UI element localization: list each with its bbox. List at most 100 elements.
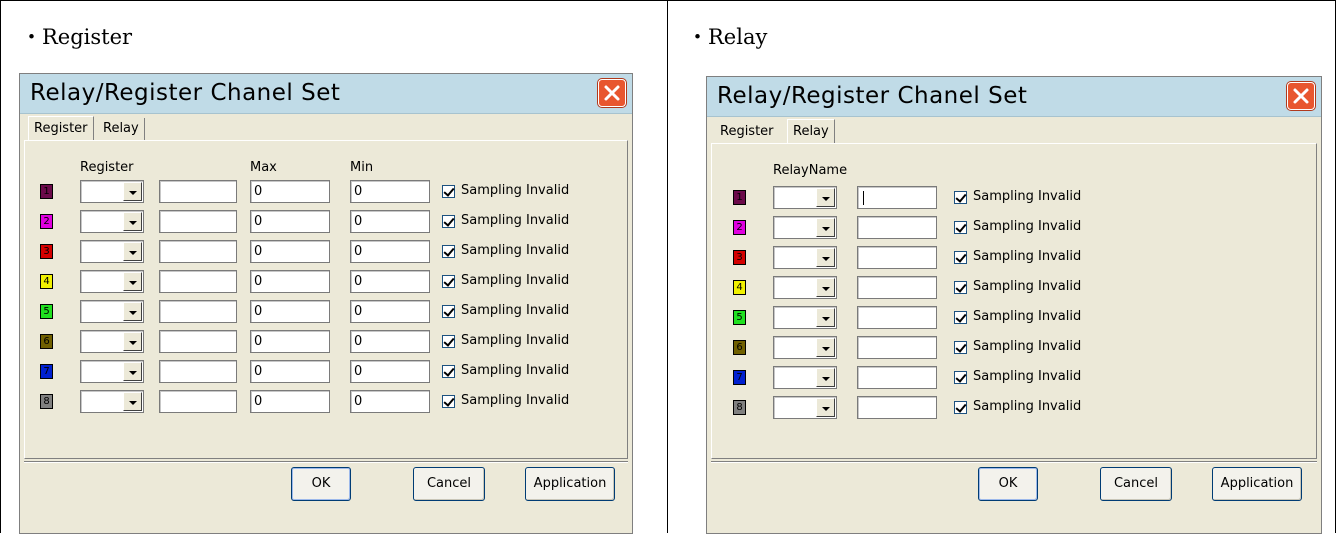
sampling-invalid-checkbox[interactable] <box>954 401 967 414</box>
max-field[interactable]: 0 <box>250 180 330 203</box>
register-name-field[interactable] <box>159 270 237 293</box>
register-dropdown[interactable] <box>80 180 144 203</box>
sampling-invalid-checkbox[interactable] <box>954 221 967 234</box>
ok-button[interactable]: OK <box>291 467 351 501</box>
cancel-button[interactable]: Cancel <box>413 467 485 501</box>
max-field[interactable]: 0 <box>250 390 330 413</box>
chevron-down-icon[interactable] <box>123 392 142 411</box>
sampling-invalid-checkbox[interactable] <box>954 251 967 264</box>
min-field[interactable]: 0 <box>350 180 430 203</box>
sampling-invalid-checkbox[interactable] <box>442 215 455 228</box>
channel-badge: 8 <box>733 400 746 415</box>
register-dropdown[interactable] <box>80 330 144 353</box>
min-field[interactable]: 0 <box>350 270 430 293</box>
sampling-invalid-checkbox[interactable] <box>442 185 455 198</box>
close-button[interactable] <box>1287 82 1315 110</box>
min-field[interactable]: 0 <box>350 300 430 323</box>
chevron-down-icon[interactable] <box>816 338 835 357</box>
cancel-button[interactable]: Cancel <box>1100 467 1172 501</box>
register-dropdown[interactable] <box>80 240 144 263</box>
min-field[interactable]: 0 <box>350 360 430 383</box>
sampling-invalid-label: Sampling Invalid <box>973 369 1082 384</box>
tab-register[interactable]: Register <box>715 121 779 143</box>
sampling-invalid-label: Sampling Invalid <box>461 363 570 378</box>
register-dropdown[interactable] <box>80 210 144 233</box>
register-dropdown[interactable] <box>80 390 144 413</box>
max-field[interactable]: 0 <box>250 240 330 263</box>
sampling-invalid-checkbox[interactable] <box>442 275 455 288</box>
relay-name-field[interactable] <box>857 186 937 209</box>
sampling-invalid-checkbox[interactable] <box>954 311 967 324</box>
chevron-down-icon[interactable] <box>816 308 835 327</box>
table-row: 4 0 0 Sampling Invalid <box>20 270 620 294</box>
ok-button[interactable]: OK <box>978 467 1038 501</box>
register-dropdown[interactable] <box>80 300 144 323</box>
chevron-down-icon[interactable] <box>123 242 142 261</box>
relay-name-field[interactable] <box>857 396 937 419</box>
tab-register[interactable]: Register <box>28 116 94 140</box>
application-button[interactable]: Application <box>1212 467 1302 501</box>
relay-name-field[interactable] <box>857 366 937 389</box>
chevron-down-icon[interactable] <box>816 368 835 387</box>
chevron-down-icon[interactable] <box>816 398 835 417</box>
relay-dropdown[interactable] <box>773 336 837 359</box>
chevron-down-icon[interactable] <box>123 302 142 321</box>
relay-dropdown[interactable] <box>773 216 837 239</box>
chevron-down-icon[interactable] <box>816 218 835 237</box>
sampling-invalid-checkbox[interactable] <box>442 335 455 348</box>
min-field[interactable]: 0 <box>350 240 430 263</box>
chevron-down-icon[interactable] <box>816 188 835 207</box>
register-dropdown[interactable] <box>80 270 144 293</box>
title-bar[interactable]: Relay/Register Chanel Set <box>707 77 1321 117</box>
max-field[interactable]: 0 <box>250 360 330 383</box>
max-field[interactable]: 0 <box>250 210 330 233</box>
sampling-invalid-checkbox[interactable] <box>954 281 967 294</box>
tab-relay[interactable]: Relay <box>98 118 145 140</box>
chevron-down-icon[interactable] <box>816 248 835 267</box>
relay-name-field[interactable] <box>857 336 937 359</box>
chevron-down-icon[interactable] <box>123 362 142 381</box>
chevron-down-icon[interactable] <box>123 332 142 351</box>
channel-badge: 5 <box>40 304 53 319</box>
chevron-down-icon[interactable] <box>123 272 142 291</box>
sampling-invalid-checkbox[interactable] <box>954 191 967 204</box>
chevron-down-icon[interactable] <box>123 182 142 201</box>
relay-dropdown[interactable] <box>773 396 837 419</box>
register-name-field[interactable] <box>159 210 237 233</box>
sampling-invalid-checkbox[interactable] <box>442 365 455 378</box>
table-row: 3 0 0 Sampling Invalid <box>20 240 620 264</box>
chevron-down-icon[interactable] <box>816 278 835 297</box>
register-name-field[interactable] <box>159 300 237 323</box>
min-field[interactable]: 0 <box>350 210 430 233</box>
close-button[interactable] <box>598 79 626 107</box>
relay-dropdown[interactable] <box>773 246 837 269</box>
register-name-field[interactable] <box>159 180 237 203</box>
sampling-invalid-checkbox[interactable] <box>954 341 967 354</box>
tab-relay[interactable]: Relay <box>787 119 835 143</box>
relay-name-field[interactable] <box>857 216 937 239</box>
min-field[interactable]: 0 <box>350 330 430 353</box>
relay-name-field[interactable] <box>857 306 937 329</box>
relay-name-field[interactable] <box>857 276 937 299</box>
sampling-invalid-checkbox[interactable] <box>954 371 967 384</box>
relay-dropdown[interactable] <box>773 276 837 299</box>
max-field[interactable]: 0 <box>250 270 330 293</box>
chevron-down-icon[interactable] <box>123 212 142 231</box>
title-bar[interactable]: Relay/Register Chanel Set <box>20 74 632 114</box>
register-name-field[interactable] <box>159 240 237 263</box>
sampling-invalid-checkbox[interactable] <box>442 245 455 258</box>
register-name-field[interactable] <box>159 360 237 383</box>
register-name-field[interactable] <box>159 330 237 353</box>
sampling-invalid-checkbox[interactable] <box>442 305 455 318</box>
max-field[interactable]: 0 <box>250 330 330 353</box>
relay-dropdown[interactable] <box>773 366 837 389</box>
application-button[interactable]: Application <box>525 467 615 501</box>
register-name-field[interactable] <box>159 390 237 413</box>
relay-name-field[interactable] <box>857 246 937 269</box>
register-dropdown[interactable] <box>80 360 144 383</box>
sampling-invalid-checkbox[interactable] <box>442 395 455 408</box>
relay-dropdown[interactable] <box>773 186 837 209</box>
min-field[interactable]: 0 <box>350 390 430 413</box>
relay-dropdown[interactable] <box>773 306 837 329</box>
max-field[interactable]: 0 <box>250 300 330 323</box>
